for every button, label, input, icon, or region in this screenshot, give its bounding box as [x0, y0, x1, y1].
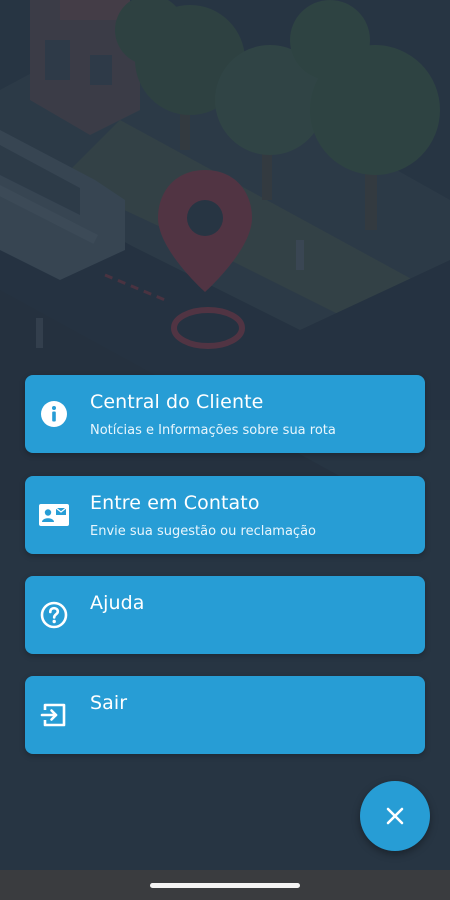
- menu-item-title: Central do Cliente: [90, 391, 264, 413]
- info-icon: [41, 401, 67, 427]
- close-icon: [386, 807, 404, 825]
- help-circle-icon: [40, 601, 68, 629]
- menu-item-title: Entre em Contato: [90, 492, 260, 514]
- logout-icon: [40, 703, 66, 727]
- menu-item-ajuda[interactable]: Ajuda: [25, 576, 425, 654]
- menu-item-entre-em-contato[interactable]: Entre em Contato Envie sua sugestão ou r…: [25, 476, 425, 554]
- menu-item-central-do-cliente[interactable]: Central do Cliente Notícias e Informaçõe…: [25, 375, 425, 453]
- contact-card-icon: [39, 504, 69, 526]
- menu-item-title: Ajuda: [90, 592, 145, 614]
- menu-item-subtitle: Notícias e Informações sobre sua rota: [90, 423, 336, 438]
- system-navigation-bar: [0, 870, 450, 900]
- close-menu-button[interactable]: [360, 781, 430, 851]
- menu-item-title: Sair: [90, 692, 128, 714]
- menu-item-subtitle: Envie sua sugestão ou reclamação: [90, 524, 316, 539]
- menu-item-sair[interactable]: Sair: [25, 676, 425, 754]
- home-gesture-handle[interactable]: [150, 883, 300, 888]
